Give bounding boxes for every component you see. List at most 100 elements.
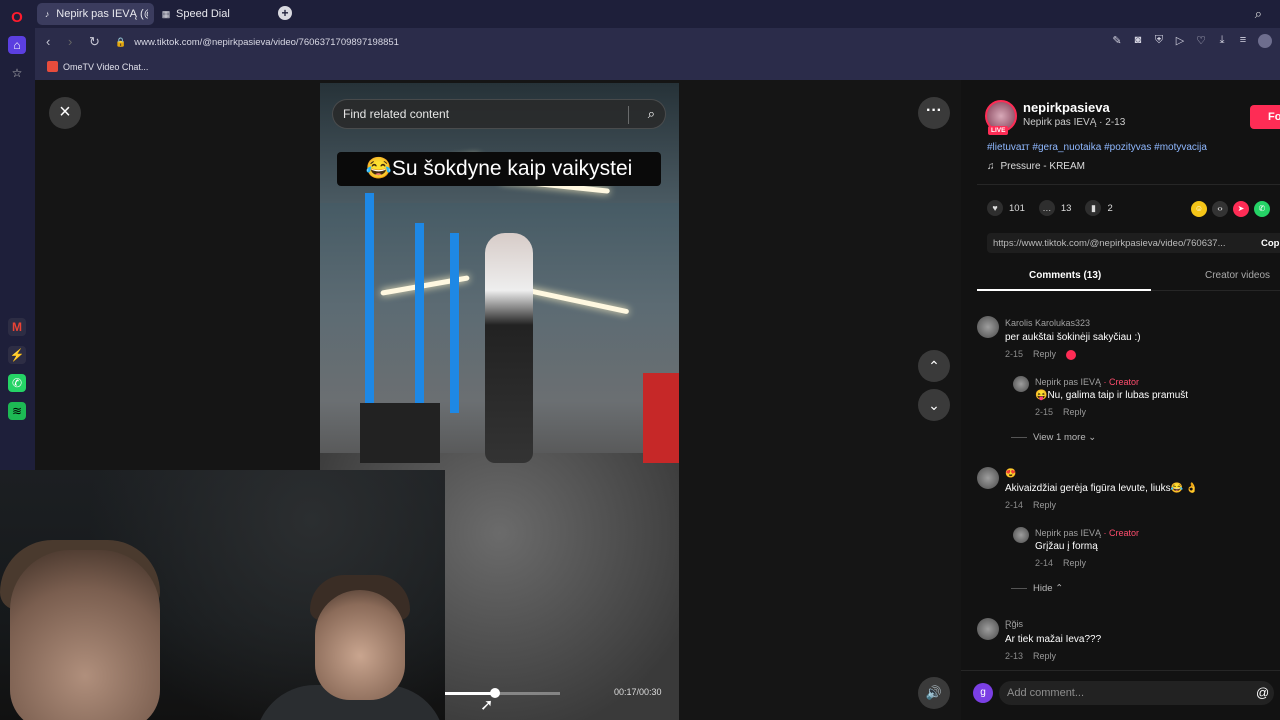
close-button[interactable]: ×: [49, 97, 81, 129]
comment-text: Akivaizdžiai gerėja figūra levute, liuks…: [1005, 483, 1199, 494]
search-icon[interactable]: ⌕: [1255, 6, 1262, 22]
screen: O ⌂ ☆ M ⚡ ✆ ≋ ♪ Nepirk pas IEVĄ (@ne ▦ S…: [0, 0, 1280, 720]
bookmark-ometv[interactable]: OmeTV Video Chat...: [47, 61, 148, 72]
whatsapp-icon[interactable]: ✆: [8, 374, 26, 392]
reply-button[interactable]: Reply: [1063, 407, 1086, 417]
search-placeholder: Find related content: [343, 107, 450, 121]
comment-date: 2-15: [1005, 349, 1024, 359]
follow-button[interactable]: Fo: [1250, 105, 1280, 129]
emoji-share-icon[interactable]: ☺: [1191, 201, 1207, 217]
panel-tabs: Comments (13) Creator videos: [977, 265, 1280, 291]
new-tab-button[interactable]: +: [278, 6, 292, 20]
reply-user: Nepirk pas IEVĄ: [1035, 528, 1102, 538]
download-icon[interactable]: ⤓: [1216, 34, 1228, 48]
comment-button[interactable]: … 13: [1038, 200, 1071, 216]
comment-meta: 2-15 Reply: [1035, 407, 1086, 417]
send-icon[interactable]: ➤: [1233, 201, 1249, 217]
creator-like-icon: [1066, 349, 1077, 360]
related-search-input[interactable]: Find related content ⌕: [332, 99, 666, 129]
volume-button[interactable]: 🔊: [918, 677, 950, 709]
bookmark-icon: ▮: [1085, 200, 1102, 216]
embed-icon[interactable]: ‹›: [1212, 201, 1228, 217]
ceiling-light: [520, 286, 630, 315]
comment-username[interactable]: Nepirk pas IEVĄ · Creator: [1035, 377, 1139, 387]
tab-tiktok[interactable]: ♪ Nepirk pas IEVĄ (@ne: [37, 3, 154, 25]
save-button[interactable]: ▮ 2: [1085, 200, 1113, 216]
previous-video-button[interactable]: ⌃: [918, 350, 950, 382]
time-readout: 00:17/00:30: [614, 687, 662, 697]
comment-username[interactable]: Karolis Karolukas323: [1005, 318, 1090, 328]
profile-icon[interactable]: [1258, 34, 1272, 48]
heart-icon[interactable]: ♡: [1195, 34, 1207, 48]
edit-icon[interactable]: ✎: [1111, 34, 1123, 48]
comment-meta: 2-14 Reply: [1005, 500, 1056, 510]
author-block[interactable]: LIVE nepirkpasieva Nepirk pas IEVĄ · 2-1…: [985, 100, 1125, 135]
tiktok-icon: ♪: [44, 9, 50, 19]
camera-icon[interactable]: ◙: [1132, 34, 1144, 48]
gmail-icon[interactable]: M: [8, 318, 26, 336]
star-icon[interactable]: ☆: [8, 64, 26, 82]
avatar[interactable]: [977, 467, 999, 489]
ometv-icon: [47, 61, 58, 72]
hide-replies[interactable]: Hide ⌃: [1011, 583, 1063, 594]
url-field[interactable]: 🔒 www.tiktok.com/@nepirkpasieva/video/76…: [115, 32, 775, 52]
comment-username[interactable]: Ɽğɨs: [1005, 619, 1023, 629]
reply-button[interactable]: Reply: [1033, 651, 1056, 661]
person-face: [10, 550, 160, 720]
comment-username[interactable]: Nepirk pas IEVĄ · Creator: [1035, 528, 1139, 538]
next-video-button[interactable]: ⌄: [918, 389, 950, 421]
tab-speed-dial[interactable]: ▦ Speed Dial: [155, 3, 275, 25]
like-button[interactable]: ♥ 101: [987, 200, 1025, 216]
messenger-icon[interactable]: ⚡: [8, 346, 26, 364]
user-avatar[interactable]: g: [973, 683, 993, 703]
hide-label: Hide: [1033, 583, 1053, 594]
tab-comments[interactable]: Comments (13): [1029, 270, 1101, 281]
link-text: https://www.tiktok.com/@nepirkpasieva/vi…: [993, 237, 1226, 249]
reply-button[interactable]: Reply: [1033, 500, 1056, 510]
back-icon[interactable]: ‹: [46, 34, 50, 49]
comment-text: 😝Nu, galima taip ir lubas pramušt: [1035, 390, 1189, 401]
copy-link-button[interactable]: Cop: [1261, 238, 1279, 249]
avatar[interactable]: [977, 618, 999, 640]
spotify-icon[interactable]: ≋: [8, 402, 26, 420]
reply-button[interactable]: Reply: [1063, 558, 1086, 568]
add-comment-input[interactable]: Add comment...: [999, 681, 1274, 705]
chevron-down-icon: ⌄: [1088, 432, 1097, 443]
avatar[interactable]: [977, 316, 999, 338]
avatar[interactable]: [1013, 376, 1029, 392]
shield-icon[interactable]: ⛨: [1153, 34, 1165, 48]
avatar[interactable]: [1013, 527, 1029, 543]
grid-icon: ▦: [161, 8, 171, 19]
tab-creator-videos[interactable]: Creator videos: [1205, 270, 1270, 281]
comment-text: per aukštai šokinėji sakyčiau :): [1005, 332, 1141, 343]
save-count: 2: [1107, 202, 1113, 214]
home-icon[interactable]: ⌂: [8, 36, 26, 54]
comment-username[interactable]: 😍: [1005, 468, 1016, 479]
reply-button[interactable]: Reply: [1033, 349, 1056, 359]
menu-icon[interactable]: ≡: [1237, 34, 1249, 48]
blue-rack: [450, 233, 459, 413]
forward-icon[interactable]: ›: [68, 34, 72, 49]
avatar[interactable]: LIVE: [985, 100, 1017, 135]
view-more-label: View 1 more: [1033, 432, 1086, 443]
author-name[interactable]: nepirkpasieva: [1023, 100, 1125, 115]
music-title: Pressure - KREAM: [1000, 161, 1085, 172]
chevron-up-icon: ⌃: [1055, 583, 1064, 594]
search-icon[interactable]: ⌕: [648, 106, 655, 122]
hashtags[interactable]: #lietuvaɪᴛ #gera_nuotaika #pozityvas #mo…: [987, 142, 1207, 153]
more-options-button[interactable]: ···: [918, 97, 950, 129]
reload-icon[interactable]: ↻: [89, 34, 100, 50]
toolbar-icons: ✎ ◙ ⛨ ▷ ♡ ⤓ ≡: [1111, 34, 1272, 48]
play-icon[interactable]: ▷: [1174, 34, 1186, 48]
comment-date: 2-15: [1035, 407, 1054, 417]
details-panel: LIVE nepirkpasieva Nepirk pas IEVĄ · 2-1…: [961, 80, 1280, 720]
link-field[interactable]: https://www.tiktok.com/@nepirkpasieva/vi…: [987, 233, 1280, 253]
view-more-replies[interactable]: View 1 more ⌄: [1011, 432, 1096, 443]
music-row[interactable]: ♫ Pressure - KREAM: [987, 161, 1085, 172]
mention-icon[interactable]: @: [1256, 685, 1269, 700]
comment-date: 2-14: [1035, 558, 1054, 568]
divider: [1011, 436, 1027, 438]
mouse-cursor-icon: ➚: [480, 697, 494, 714]
opera-logo-icon[interactable]: O: [8, 8, 26, 26]
whatsapp-icon[interactable]: ✆: [1254, 201, 1270, 217]
